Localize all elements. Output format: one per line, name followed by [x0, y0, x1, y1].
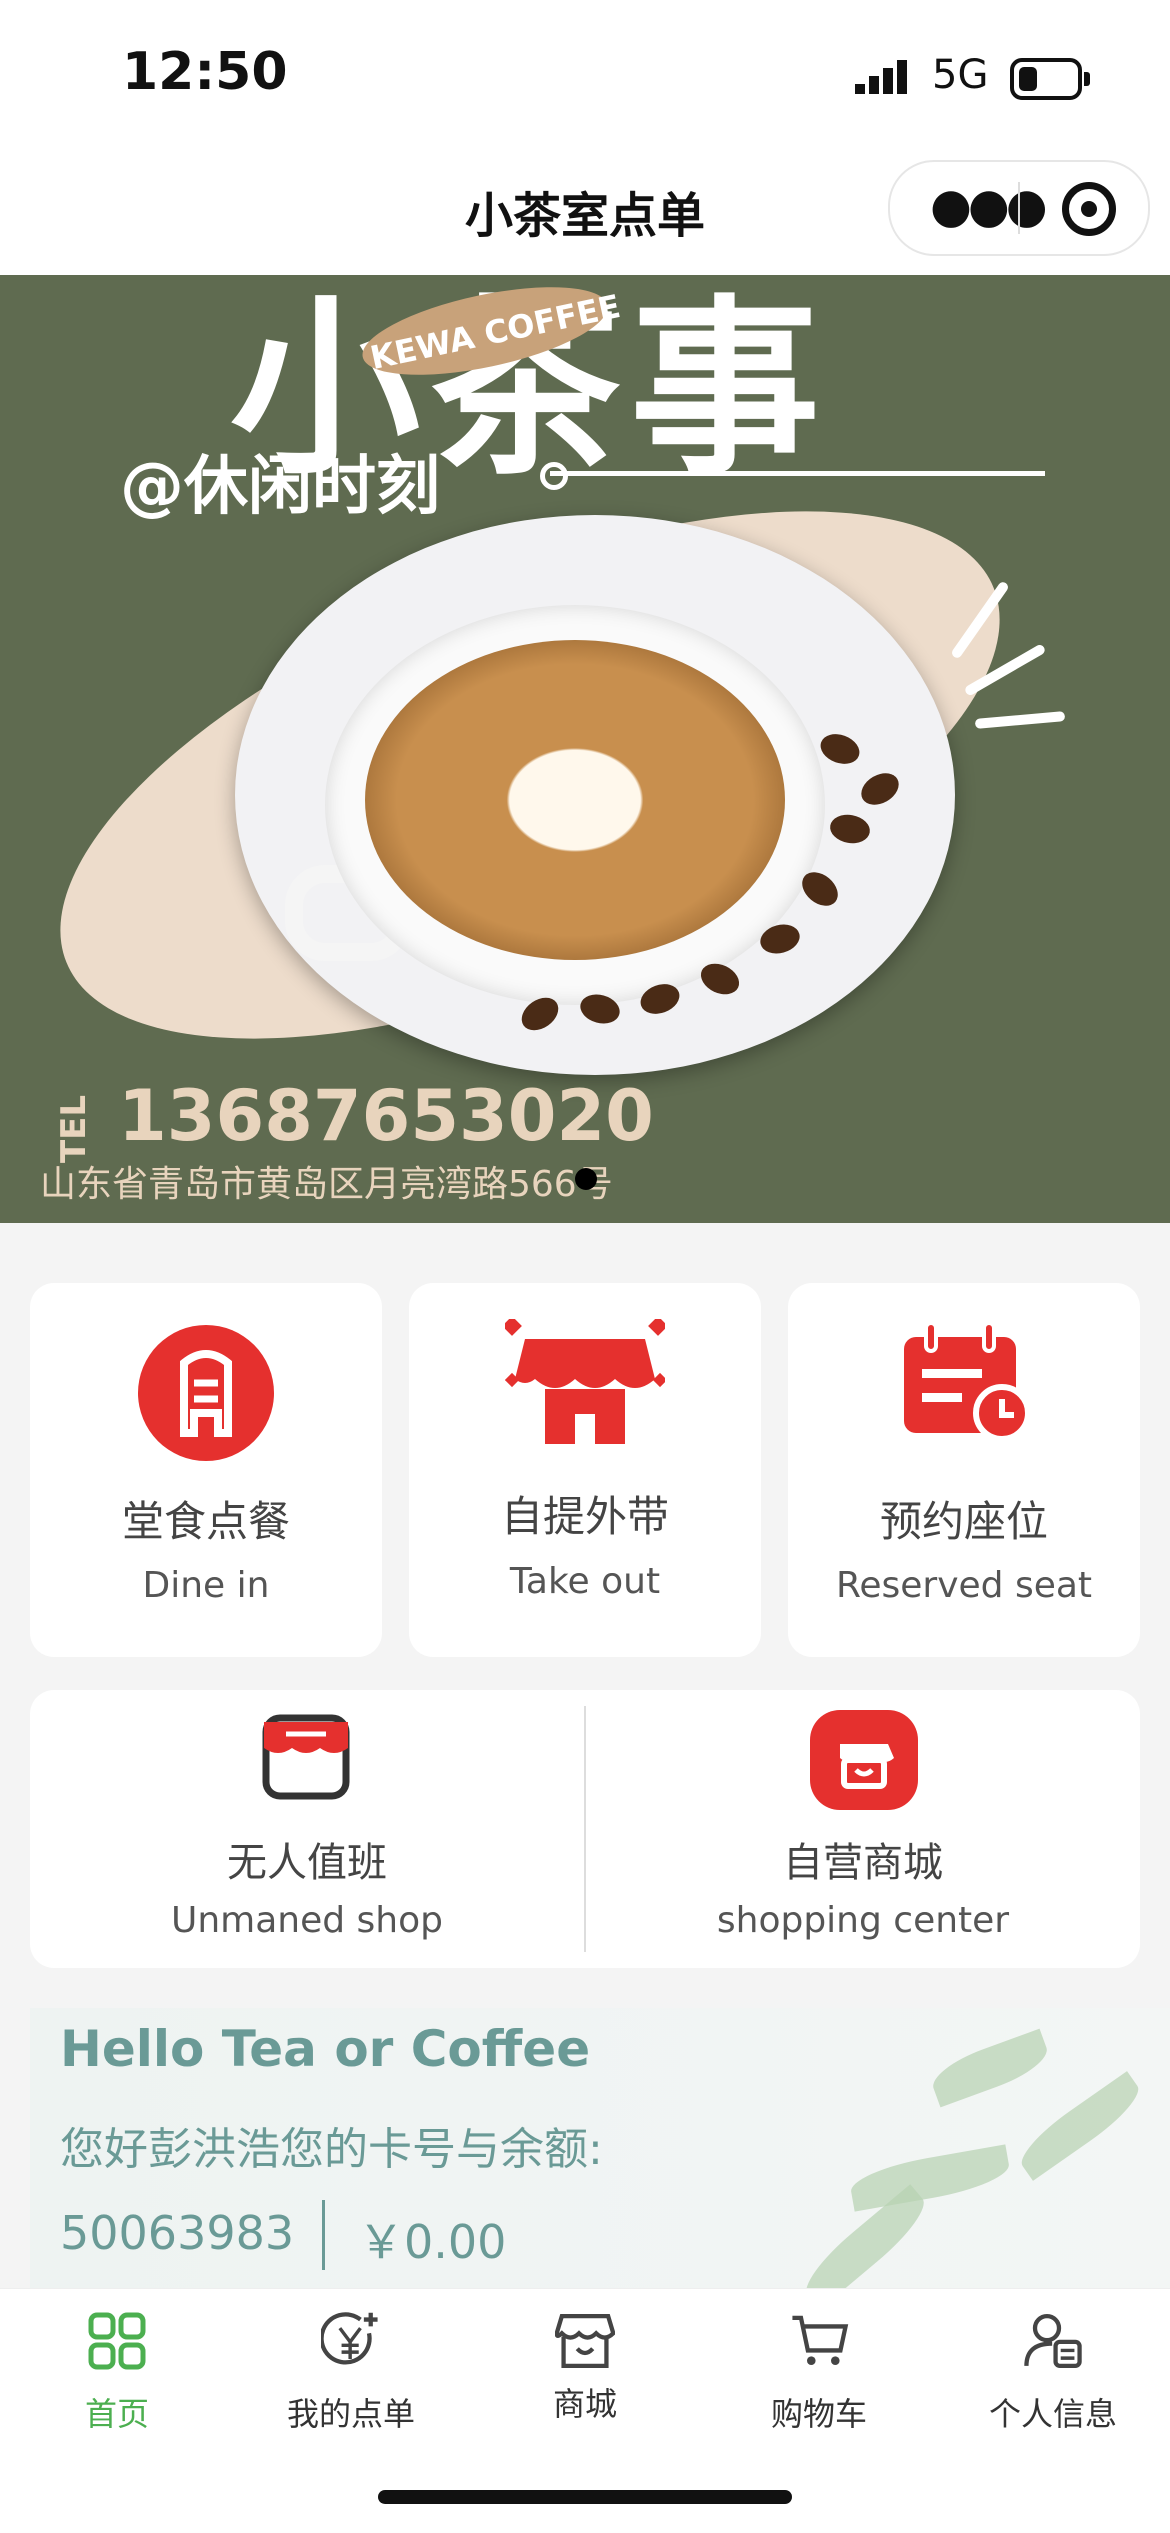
cart-icon — [792, 2315, 849, 2365]
latte-art-image — [365, 640, 785, 960]
shop-icon — [262, 1714, 350, 1800]
tab-label: 首页 — [84, 2395, 149, 2433]
home-indicator[interactable] — [378, 2490, 792, 2504]
card-number: 50063983 — [60, 2206, 295, 2260]
signal-icon — [855, 60, 907, 94]
bamboo-leaf-decoration — [847, 2144, 1013, 2212]
shopping-center-button[interactable]: 自营商城 shopping center — [586, 1690, 1140, 1968]
phone-number: 13687653020 — [118, 1075, 654, 1157]
dine-in-icon — [138, 1325, 274, 1461]
shopping-center-sublabel: shopping center — [716, 1900, 1010, 1941]
tab-cart[interactable]: 购物车 — [702, 2301, 936, 2461]
shopping-center-label: 自营商城 — [783, 1840, 943, 1886]
calendar-clock-icon — [904, 1323, 1031, 1442]
tagline-circle — [540, 462, 568, 490]
capsule-divider — [1018, 182, 1020, 234]
mall-icon — [810, 1710, 918, 1810]
tab-profile[interactable]: 个人信息 — [936, 2301, 1170, 2461]
accent-stroke — [974, 711, 1066, 729]
tab-mall[interactable]: 商城 — [468, 2301, 702, 2461]
balance-divider — [322, 2200, 325, 2270]
unmanned-shop-button[interactable]: 无人值班 Unmaned shop — [30, 1690, 584, 1968]
card-balance: ￥0.00 — [358, 2215, 507, 2269]
store-icon — [555, 2314, 615, 2368]
tab-home[interactable]: 首页 — [0, 2301, 234, 2461]
banner-phone: TEL 13687653020 — [40, 1075, 654, 1163]
tab-my-orders[interactable]: 我的点单 — [234, 2301, 468, 2461]
status-time: 12:50 — [122, 42, 288, 102]
member-card[interactable]: Hello Tea or Coffee 您好彭洪浩您的卡号与余额: 500639… — [30, 2008, 1170, 2288]
close-target-icon[interactable] — [1062, 182, 1116, 236]
bamboo-leaf-decoration — [926, 2028, 1054, 2108]
banner-address: 山东省青岛市黄岛区月亮湾路566号 — [40, 1164, 613, 1205]
promo-banner[interactable]: 小茶事 KEWA COFFEE @休闲时刻 TEL 13687653020 山东省… — [0, 275, 1170, 1223]
tel-label: TEL — [54, 1094, 95, 1164]
bamboo-leaf-decoration — [1012, 2071, 1148, 2181]
carousel-indicator[interactable] — [575, 1168, 597, 1190]
member-hello: Hello Tea or Coffee — [60, 2020, 591, 2078]
nav-bar: 小茶室点单 ●●● — [0, 150, 1170, 275]
tab-label: 个人信息 — [988, 2395, 1117, 2433]
battery-icon — [1010, 58, 1090, 100]
banner-tagline: @休闲时刻 — [120, 450, 440, 524]
user-card-icon — [1024, 2314, 1082, 2368]
yen-plus-icon — [321, 2312, 378, 2365]
reserved-seat-label: 预约座位 — [879, 1497, 1048, 1546]
take-out-card[interactable]: 自提外带 Take out — [409, 1283, 761, 1657]
tab-label: 商城 — [552, 2385, 617, 2423]
dine-in-card[interactable]: 堂食点餐 Dine in — [30, 1283, 382, 1657]
status-bar: 12:50 5G — [0, 0, 1170, 150]
unmanned-shop-label: 无人值班 — [227, 1840, 387, 1886]
tab-label: 购物车 — [770, 2395, 867, 2433]
storefront-icon — [505, 1319, 665, 1444]
shops-card: 无人值班 Unmaned shop 自营商城 shopping center — [30, 1690, 1140, 1968]
take-out-sublabel: Take out — [509, 1561, 661, 1602]
dine-in-sublabel: Dine in — [142, 1565, 270, 1606]
tab-label: 我的点单 — [286, 2395, 415, 2433]
dine-in-label: 堂食点餐 — [121, 1497, 290, 1546]
reserved-seat-sublabel: Reserved seat — [835, 1565, 1093, 1606]
capsule-menu: ●●● — [888, 160, 1150, 256]
more-icon[interactable]: ●●● — [930, 178, 1048, 234]
tagline-line — [550, 471, 1045, 476]
reserved-seat-card[interactable]: 预约座位 Reserved seat — [788, 1283, 1140, 1657]
unmanned-shop-sublabel: Unmaned shop — [170, 1900, 443, 1941]
member-greeting: 您好彭洪浩您的卡号与余额: — [60, 2124, 603, 2175]
take-out-label: 自提外带 — [500, 1492, 669, 1541]
network-label: 5G — [932, 52, 989, 98]
grid-icon — [88, 2312, 146, 2370]
